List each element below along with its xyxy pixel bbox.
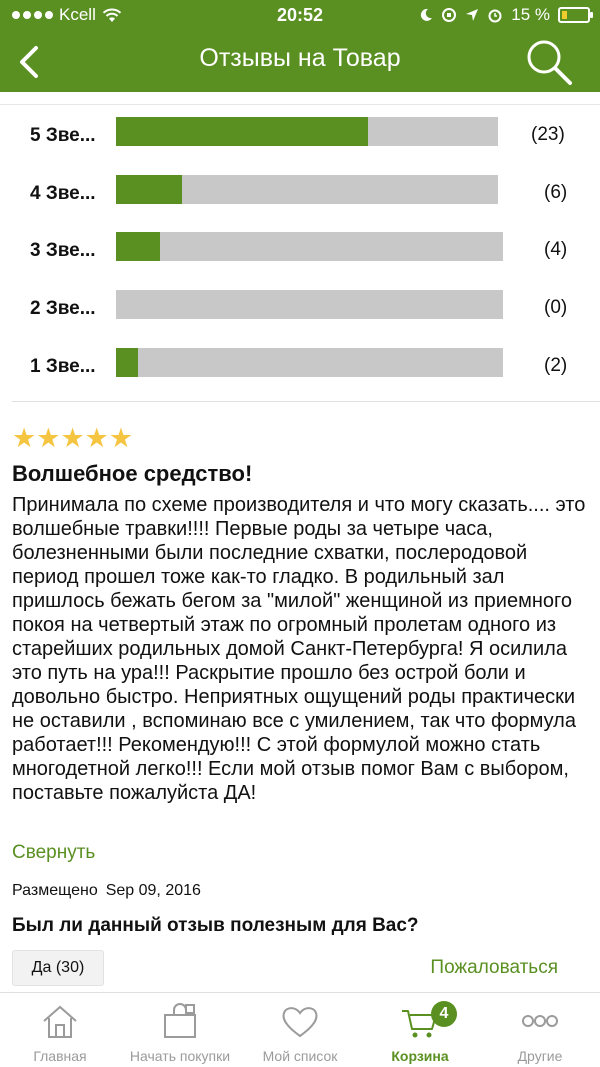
collapse-link[interactable]: Свернуть (12, 842, 95, 864)
rating-count: (4) (544, 239, 568, 260)
rating-row-5[interactable]: 5 Зве... (23) (0, 117, 600, 157)
rating-label: 3 Зве... (30, 240, 96, 261)
posted-info: Размещено Sep 09, 2016 (12, 882, 201, 900)
search-icon[interactable] (524, 37, 574, 87)
rating-row-2[interactable]: 2 Зве... (0) (0, 290, 600, 330)
tab-cart[interactable]: 4 Корзина (360, 993, 480, 1067)
tab-label: Другие (517, 1048, 563, 1064)
battery-percent: 15 % (511, 5, 550, 24)
helpful-question: Был ли данный отзыв полезным для Вас? (12, 915, 419, 936)
orientation-lock-icon (442, 8, 457, 22)
location-icon (466, 9, 479, 21)
separator (0, 104, 600, 105)
tab-label: Корзина (391, 1048, 449, 1064)
posted-label: Размещено (12, 882, 98, 899)
review-stars: ★ ★ ★ ★ ★ (12, 423, 133, 453)
rating-bar (116, 117, 498, 146)
posted-date: Sep 09, 2016 (105, 882, 201, 899)
rating-label: 5 Зве... (30, 125, 96, 146)
star-icon: ★ (60, 423, 85, 453)
rating-label: 4 Зве... (30, 183, 96, 204)
rating-bar-fill (116, 348, 139, 377)
home-icon (43, 1005, 77, 1038)
rating-bar (116, 290, 503, 319)
more-icon (522, 1015, 558, 1027)
star-icon: ★ (36, 423, 61, 453)
star-icon: ★ (108, 423, 134, 453)
cart-badge: 4 (431, 1001, 457, 1027)
rating-count: (0) (544, 297, 568, 318)
top-bar: Kcell 20:52 15 % Отзывы на Товар (0, 0, 600, 92)
rating-label: 1 Зве... (30, 356, 96, 377)
rating-label: 2 Зве... (30, 298, 96, 319)
tab-my-list[interactable]: Мой список (240, 993, 360, 1067)
tab-start-shopping[interactable]: Начать покупки (120, 993, 240, 1067)
tab-label: Мой список (262, 1048, 338, 1064)
shopping-bag-icon (164, 1003, 196, 1038)
rating-count: (2) (544, 355, 568, 376)
page-title: Отзывы на Товар (199, 44, 401, 72)
star-icon: ★ (12, 423, 37, 453)
status-bar: Kcell 20:52 15 % (0, 0, 600, 30)
helpful-yes-button[interactable]: Да (30) (12, 950, 104, 986)
status-right: 15 % (419, 5, 593, 25)
rating-row-1[interactable]: 1 Зве... (2) (0, 348, 600, 388)
rating-bar (116, 348, 503, 377)
review-title: Волшебное средство! (12, 461, 253, 486)
rating-bar-fill (116, 117, 368, 146)
star-icon: ★ (84, 423, 109, 453)
tab-more[interactable]: Другие (480, 993, 600, 1067)
battery-icon (558, 7, 593, 23)
rating-row-3[interactable]: 3 Зве... (4) (0, 232, 600, 272)
review-body: Принимала по схеме производителя и что м… (12, 494, 586, 804)
moon-icon (421, 8, 433, 21)
rating-bar (116, 175, 498, 204)
rating-row-4[interactable]: 4 Зве... (6) (0, 175, 600, 215)
divider (12, 401, 600, 402)
report-link[interactable]: Пожаловаться (430, 957, 558, 979)
tab-home[interactable]: Главная (0, 993, 120, 1067)
alarm-icon (488, 9, 502, 23)
rating-bar-fill (116, 232, 161, 261)
rating-bar-fill (116, 175, 182, 204)
tab-bar: Главная Начать покупки Мой список 4 Корз… (0, 992, 600, 1067)
rating-count: (23) (531, 124, 565, 145)
tab-label: Главная (33, 1048, 87, 1064)
rating-bar (116, 232, 503, 261)
rating-count: (6) (544, 182, 568, 203)
heart-icon (282, 1007, 318, 1038)
tab-label: Начать покупки (129, 1048, 231, 1064)
